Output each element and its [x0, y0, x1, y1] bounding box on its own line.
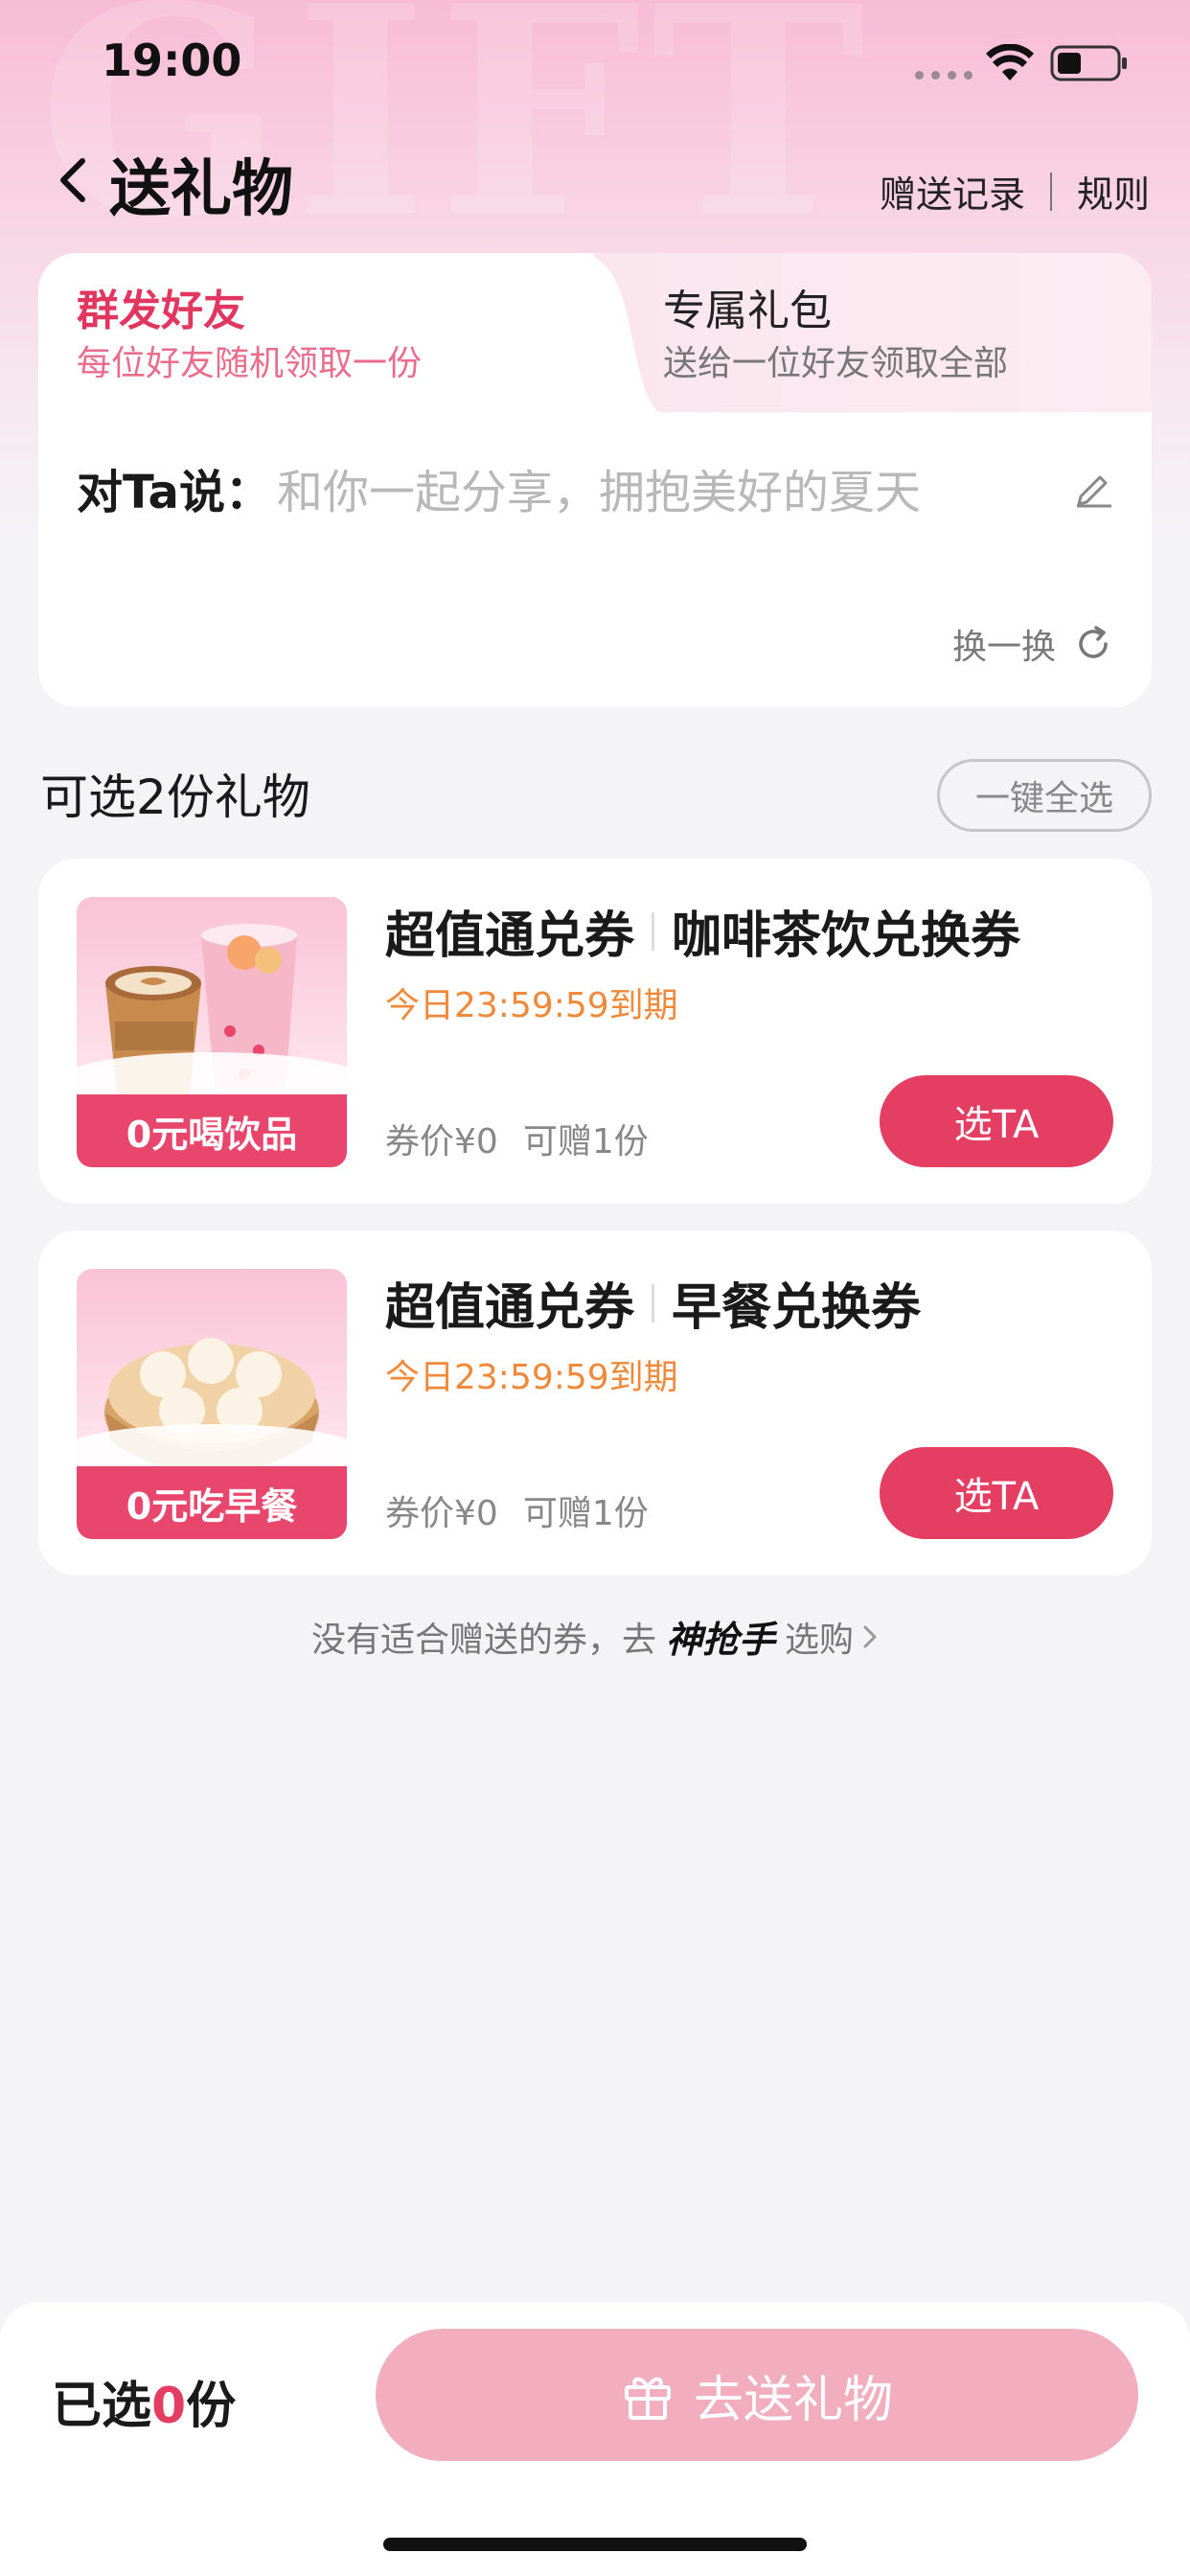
refresh-button[interactable]: 换一换 [952, 619, 1113, 669]
gift-thumbnail-drinks: 0元喝饮品 [77, 897, 347, 1167]
tab-group-send-title: 群发好友 [77, 287, 245, 335]
gift-meta: 券价¥0 可赠1份 [385, 1114, 649, 1163]
selected-count: 已选0份 [52, 2365, 236, 2437]
signal-icon [915, 71, 973, 80]
refresh-icon [1079, 626, 1108, 658]
status-bar: 19:00 [0, 0, 1190, 125]
back-icon[interactable] [54, 153, 92, 207]
gift-name: 早餐兑换券 [672, 1279, 922, 1337]
gift-history-link[interactable]: 赠送记录 [880, 165, 1025, 218]
gift-thumbnail-breakfast: 0元吃早餐 [77, 1269, 347, 1539]
selected-prefix: 已选 [52, 2378, 152, 2435]
select-gift-button[interactable]: 选TA [880, 1075, 1113, 1167]
wifi-icon [986, 44, 1034, 80]
header-links: 赠送记录 规则 [880, 165, 1150, 218]
select-gift-button[interactable]: 选TA [880, 1447, 1113, 1539]
header-divider [1049, 172, 1052, 211]
message-input-row[interactable]: 对Ta说： 和你一起分享，拥抱美好的夏天 [77, 454, 1113, 521]
gift-expire: 今日23:59:59到期 [385, 986, 678, 1025]
gift-price: 券价¥0 [385, 1494, 498, 1533]
gift-title: 超值通兑券 咖啡茶饮兑换券 [385, 895, 1020, 967]
page-title: 送礼物 [109, 154, 293, 225]
title-divider [652, 911, 655, 951]
message-text[interactable]: 和你一起分享，拥抱美好的夏天 [277, 454, 921, 521]
gift-giftable: 可赠1份 [522, 1494, 649, 1533]
section-title: 可选2份礼物 [40, 770, 310, 825]
gift-title: 超值通兑券 早餐兑换券 [385, 1267, 921, 1339]
gift-category: 超值通兑券 [385, 908, 635, 965]
thumbnail-tag: 0元吃早餐 [77, 1466, 347, 1539]
tab-group-send-subtitle: 每位好友随机领取一份 [77, 344, 423, 383]
gift-card: 0元吃早餐 超值通兑券 早餐兑换券 今日23:59:59到期 券价¥0 可赠1份 … [38, 1230, 1152, 1576]
gift-giftable: 可赠1份 [522, 1122, 649, 1162]
shop-hint-link[interactable]: 没有适合赠送的券，去 神抢手 选购 [0, 1610, 1190, 1663]
title-divider [652, 1283, 655, 1322]
selected-suffix: 份 [186, 2378, 237, 2435]
refresh-label: 换一换 [951, 628, 1056, 667]
message-card: 群发好友 每位好友随机领取一份 专属礼包 送给一位好友领取全部 对Ta说： 和你… [38, 253, 1152, 707]
gift-name: 咖啡茶饮兑换券 [672, 908, 1021, 965]
battery-icon [1050, 45, 1127, 81]
gift-category: 超值通兑券 [385, 1279, 635, 1337]
hint-prefix: 没有适合赠送的券，去 [310, 1620, 656, 1660]
send-gift-button[interactable]: 去送礼物 [376, 2329, 1138, 2461]
status-time: 19:00 [102, 34, 242, 86]
tab-exclusive-pack-subtitle: 送给一位好友领取全部 [663, 344, 1009, 383]
bottom-bar: 已选0份 去送礼物 [0, 2302, 1190, 2576]
tab-exclusive-pack-title: 专属礼包 [663, 287, 832, 335]
gift-card: 0元喝饮品 超值通兑券 咖啡茶饮兑换券 今日23:59:59到期 券价¥0 可赠1… [38, 859, 1152, 1204]
chevron-right-icon [863, 1625, 877, 1647]
message-label: 对Ta说： [77, 466, 271, 519]
home-indicator [383, 2538, 807, 2551]
gift-icon [624, 2377, 671, 2420]
rules-link[interactable]: 规则 [1077, 165, 1150, 218]
thumbnail-tag: 0元喝饮品 [77, 1094, 347, 1167]
select-all-button[interactable]: 一键全选 [937, 759, 1152, 832]
send-gift-label: 去送礼物 [693, 2371, 893, 2429]
hint-suffix: 选购 [785, 1620, 855, 1660]
gift-meta: 券价¥0 可赠1份 [385, 1485, 649, 1535]
selected-number: 0 [151, 2378, 187, 2435]
hint-brand: 神抢手 [665, 1619, 775, 1661]
edit-icon[interactable] [1073, 466, 1115, 508]
gift-expire: 今日23:59:59到期 [385, 1358, 678, 1397]
gift-price: 券价¥0 [385, 1122, 498, 1162]
